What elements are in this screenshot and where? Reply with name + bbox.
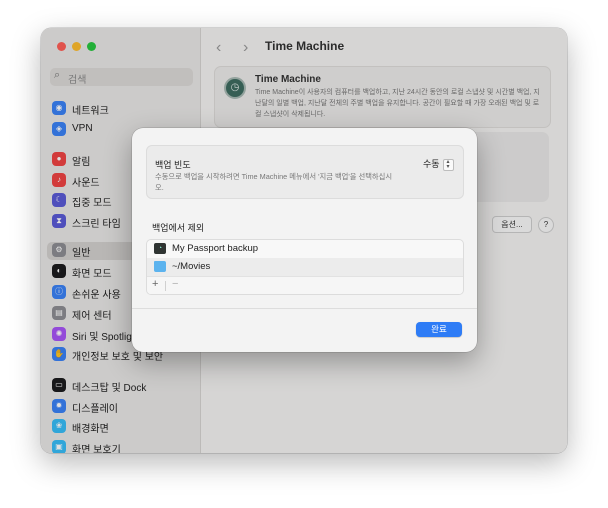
chevron-up-down-icon: ▴ ▾: [442, 158, 454, 171]
folder-icon: [154, 261, 166, 272]
add-exclusion-button[interactable]: +: [152, 278, 158, 290]
remove-exclusion-button[interactable]: −: [172, 278, 178, 290]
exclusion-row-passport[interactable]: ◔ My Passport backup: [147, 240, 463, 258]
external-disk-icon: ◔: [154, 243, 166, 254]
backup-frequency-value: 수동: [423, 159, 440, 169]
exclusion-row-movies[interactable]: ~/Movies: [147, 258, 463, 276]
options-sheet: 백업 빈도 수동으로 백업을 시작하려면 Time Machine 메뉴에서 '…: [132, 128, 477, 352]
exclusion-label: ~/Movies: [172, 261, 211, 272]
exclusion-label: My Passport backup: [172, 243, 259, 254]
backup-frequency-description: 수동으로 백업을 시작하려면 Time Machine 메뉴에서 '지금 백업'…: [155, 172, 393, 192]
sheet-divider: [132, 308, 477, 309]
backup-frequency-label: 백업 빈도: [155, 160, 191, 170]
exclusions-list: ◔ My Passport backup ~/Movies + −: [146, 239, 464, 295]
done-button[interactable]: 완료: [416, 322, 462, 337]
backup-frequency-select[interactable]: 수동 ▴ ▾: [423, 157, 454, 171]
toolbar-divider: [165, 281, 166, 291]
backup-frequency-card: 백업 빈도 수동으로 백업을 시작하려면 Time Machine 메뉴에서 '…: [146, 145, 464, 199]
exclusions-title: 백업에서 제외: [152, 223, 205, 233]
exclusions-toolbar: + −: [147, 276, 463, 294]
